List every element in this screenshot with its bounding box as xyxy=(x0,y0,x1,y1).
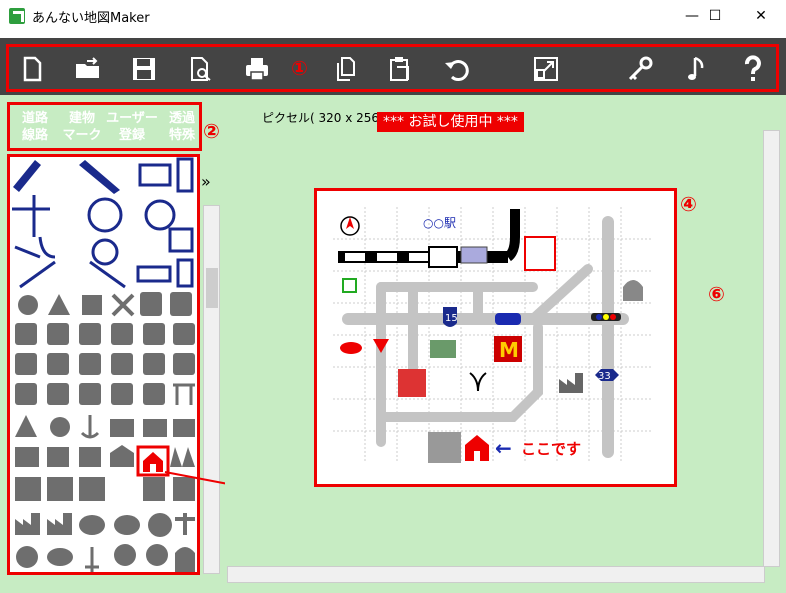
map-canvas[interactable]: ○○駅 15 M 33 ← ここです xyxy=(333,207,653,463)
here-label: ここです xyxy=(521,440,581,458)
canvas-horizontal-scrollbar[interactable] xyxy=(227,566,765,583)
map-callout: ④ xyxy=(680,192,697,216)
route-33-label: 33 xyxy=(598,371,611,382)
selection-callout: ⑥ xyxy=(708,282,725,306)
canvas-vertical-scrollbar[interactable] xyxy=(763,130,780,567)
map-arrow: ← xyxy=(495,436,512,460)
station-label: ○○駅 xyxy=(423,216,456,230)
map-drawing[interactable]: ○○駅 15 M 33 ← ここです xyxy=(333,207,653,463)
svg-text:M: M xyxy=(499,338,519,362)
trial-badge: *** お試し使用中 *** xyxy=(377,112,524,132)
route-15-label: 15 xyxy=(445,313,458,324)
pixel-size-label: ピクセル( 320 x 256 ) xyxy=(262,111,388,125)
